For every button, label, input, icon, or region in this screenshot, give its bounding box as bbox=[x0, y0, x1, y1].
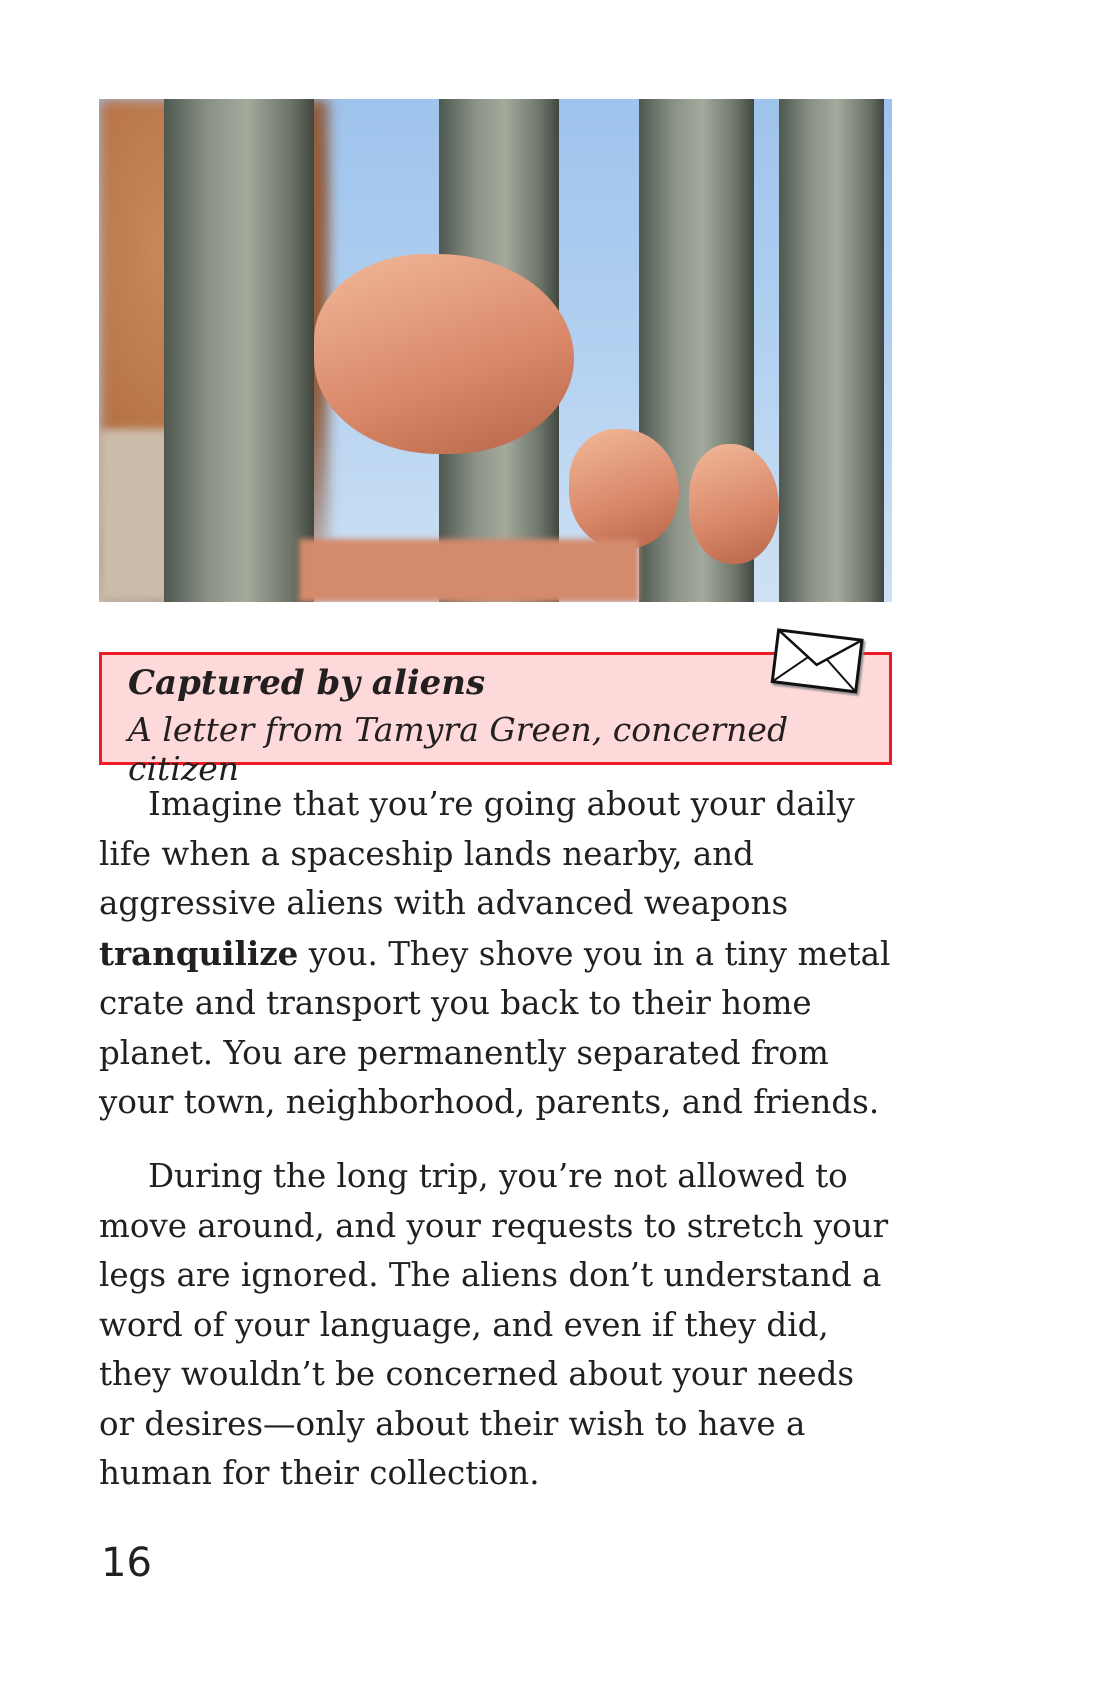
paragraph-2-text: During the long trip, you’re not allowed… bbox=[99, 1157, 889, 1492]
envelope-icon bbox=[770, 628, 864, 694]
vocabulary-word: tranquilize bbox=[99, 933, 299, 973]
photo-post bbox=[164, 99, 314, 602]
paragraph-1-text: Imagine that you’re going about your dai… bbox=[99, 785, 855, 922]
page-number: 16 bbox=[101, 1540, 152, 1586]
photo-hand bbox=[569, 429, 679, 549]
photo-hands-on-bars bbox=[99, 99, 892, 602]
callout-subtitle: A letter from Tamyra Green, concerned ci… bbox=[128, 710, 789, 788]
photo-post bbox=[779, 99, 884, 602]
photo-arm bbox=[299, 539, 639, 602]
paragraph-2: During the long trip, you’re not allowed… bbox=[99, 1152, 899, 1499]
photo-hand bbox=[689, 444, 779, 564]
callout-title: Captured by aliens bbox=[128, 663, 486, 703]
paragraph-1: Imagine that you’re going about your dai… bbox=[99, 780, 899, 1128]
